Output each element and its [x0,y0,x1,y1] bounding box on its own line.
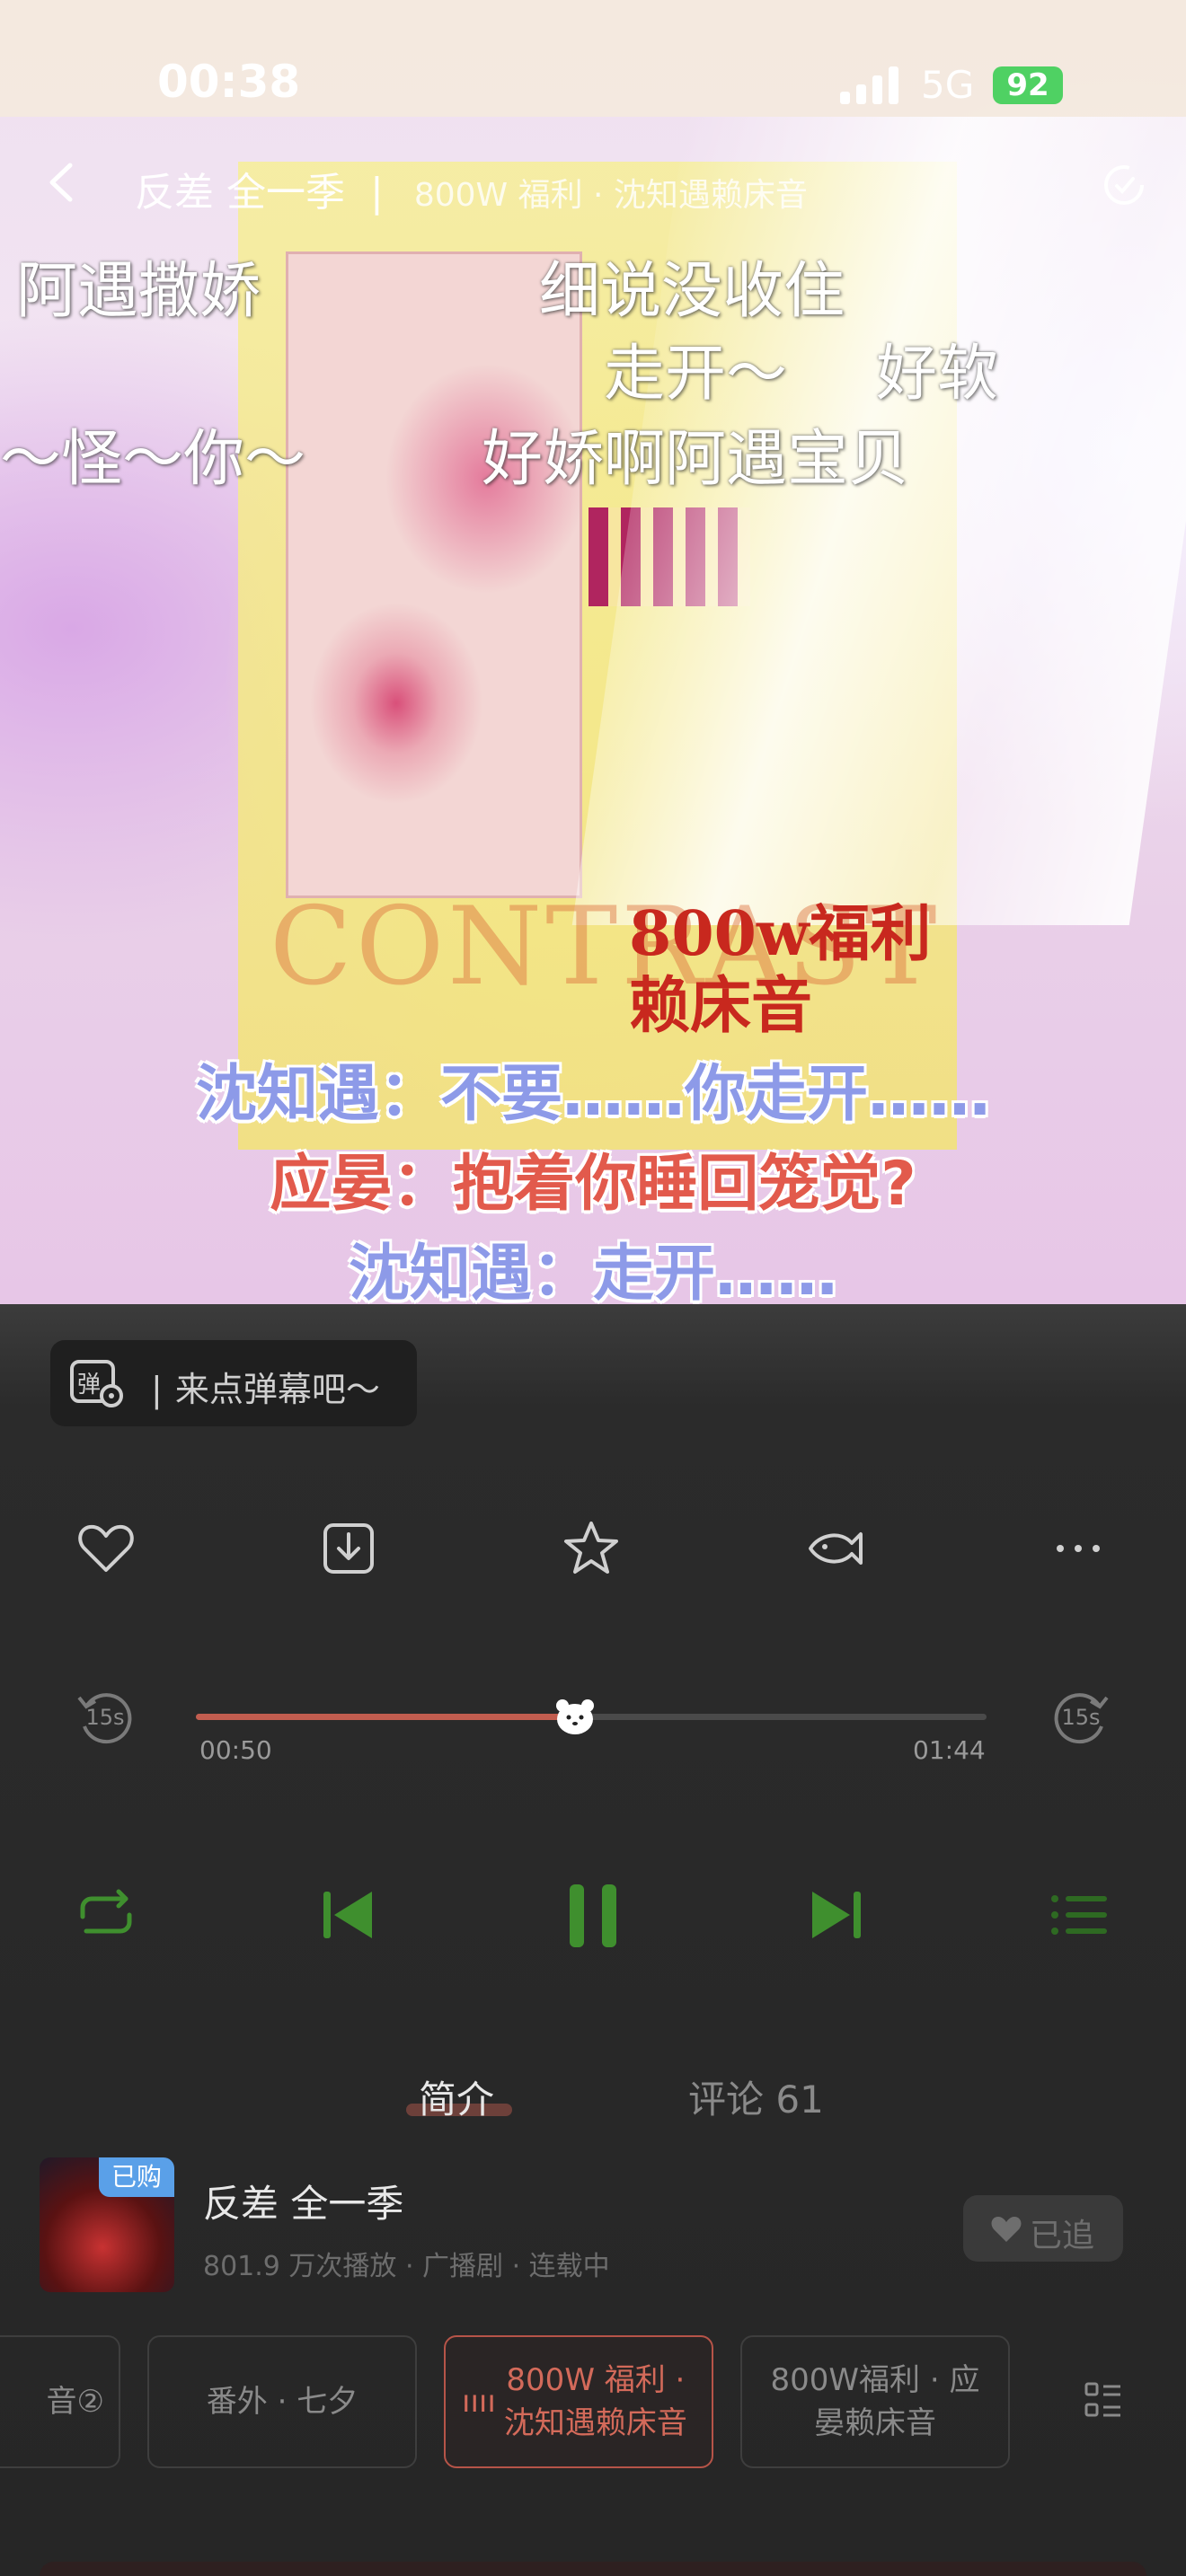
episode-chip-active[interactable]: ıııı 800W 福利 · 沈知遇赖床音 [444,2335,713,2468]
progress-knob-icon[interactable] [554,1698,596,1735]
repeat-icon[interactable] [70,1879,142,1951]
progress-fill [196,1714,575,1720]
more-icon[interactable] [1048,1518,1109,1579]
signal-icon [840,66,898,104]
cover-art-area[interactable]: CONTRAST 800w福利 赖床音 00:38 5G 92 反差 全一季 |… [0,0,1186,1304]
subtitle-line: 应晏：抱着你睡回笼觉? [270,1149,916,1220]
purchased-badge: 已购 [99,2157,174,2197]
drama-title[interactable]: 反差 全一季 [203,2174,403,2228]
rewind-15s-button[interactable]: 15s [74,1687,137,1750]
back-chevron-icon[interactable] [43,160,79,205]
subtitle-line: 沈知遇：不要……你走开…… [195,1059,990,1130]
danmaku-item: 好娇啊阿遇宝贝 [482,424,910,495]
forward-label: 15s [1061,1705,1101,1730]
fish-icon[interactable] [805,1518,866,1579]
forward-15s-button[interactable]: 15s [1049,1687,1112,1750]
follow-label: 已追 [1030,2218,1095,2254]
status-time: 00:38 [157,56,301,108]
playlist-icon[interactable] [1044,1879,1116,1951]
danmaku-placeholder: | 来点弹幕吧～ [151,1370,380,1409]
current-time: 00:50 [199,1735,272,1765]
episode-active-label: 800W 福利 · 沈知遇赖床音 [503,2362,687,2441]
share-icon[interactable] [1101,162,1147,208]
danmaku-item: 好软 [876,339,999,410]
poster-red-text: 800w福利 赖床音 [629,898,931,1042]
poster-red-text-2: 赖床音 [629,970,813,1042]
battery-indicator: 92 [993,66,1063,104]
drama-meta: 801.9 万次播放 · 广播剧 · 连载中 [203,2251,610,2282]
status-bar: 00:38 5G 92 [0,0,1186,117]
star-icon[interactable] [561,1518,622,1579]
danmaku-item: 阿遇撒娇 [16,256,261,327]
poster-illustration [286,251,582,898]
danmaku-item: ～怪～你～ [0,424,306,495]
like-icon[interactable] [75,1518,137,1579]
svg-text:弹: 弹 [77,1372,101,1398]
poster-red-text-1: 800w福利 [629,898,932,970]
player-screen: CONTRAST 800w福利 赖床音 00:38 5G 92 反差 全一季 |… [0,0,1186,2576]
episode-chip[interactable]: 番外 · 七夕 [147,2335,417,2468]
subtitle-line: 沈知遇：走开…… [348,1239,837,1304]
pause-icon[interactable] [557,1879,629,1951]
episode-list-icon[interactable] [1084,2380,1123,2420]
episode-chip[interactable]: 音② [0,2335,120,2468]
drama-cover[interactable]: 已购 [40,2157,174,2292]
total-time: 01:44 [913,1735,986,1765]
danmaku-input[interactable]: 弹 | 来点弹幕吧～ [50,1340,417,1426]
danmaku-settings-icon[interactable]: 弹 [68,1356,126,1410]
network-label: 5G [921,63,975,107]
follow-button[interactable]: 已追 [963,2195,1123,2262]
now-playing-icon: ıııı [462,2384,496,2420]
download-icon[interactable] [318,1518,379,1579]
bottom-sheet-edge [40,2562,1146,2576]
tab-comments[interactable]: 评论 61 [688,2069,824,2124]
tab-intro[interactable]: 简介 [419,2069,494,2124]
rewind-label: 15s [85,1705,125,1730]
next-icon[interactable] [800,1879,872,1951]
drama-title-header: 反差 全一季 [135,170,345,216]
danmaku-item: 细说没收住 [539,256,845,327]
episode-chip[interactable]: 800W福利 · 应晏赖床音 [740,2335,1010,2468]
episode-subtitle: 800W 福利 · 沈知遇赖床音 [413,177,808,214]
previous-icon[interactable] [313,1879,385,1951]
episode-title: 反差 全一季 | 800W 福利 · 沈知遇赖床音 [135,160,808,217]
heart-icon [991,2217,1022,2242]
title-separator: | [370,170,384,216]
danmaku-item: 走开～ [604,339,788,410]
